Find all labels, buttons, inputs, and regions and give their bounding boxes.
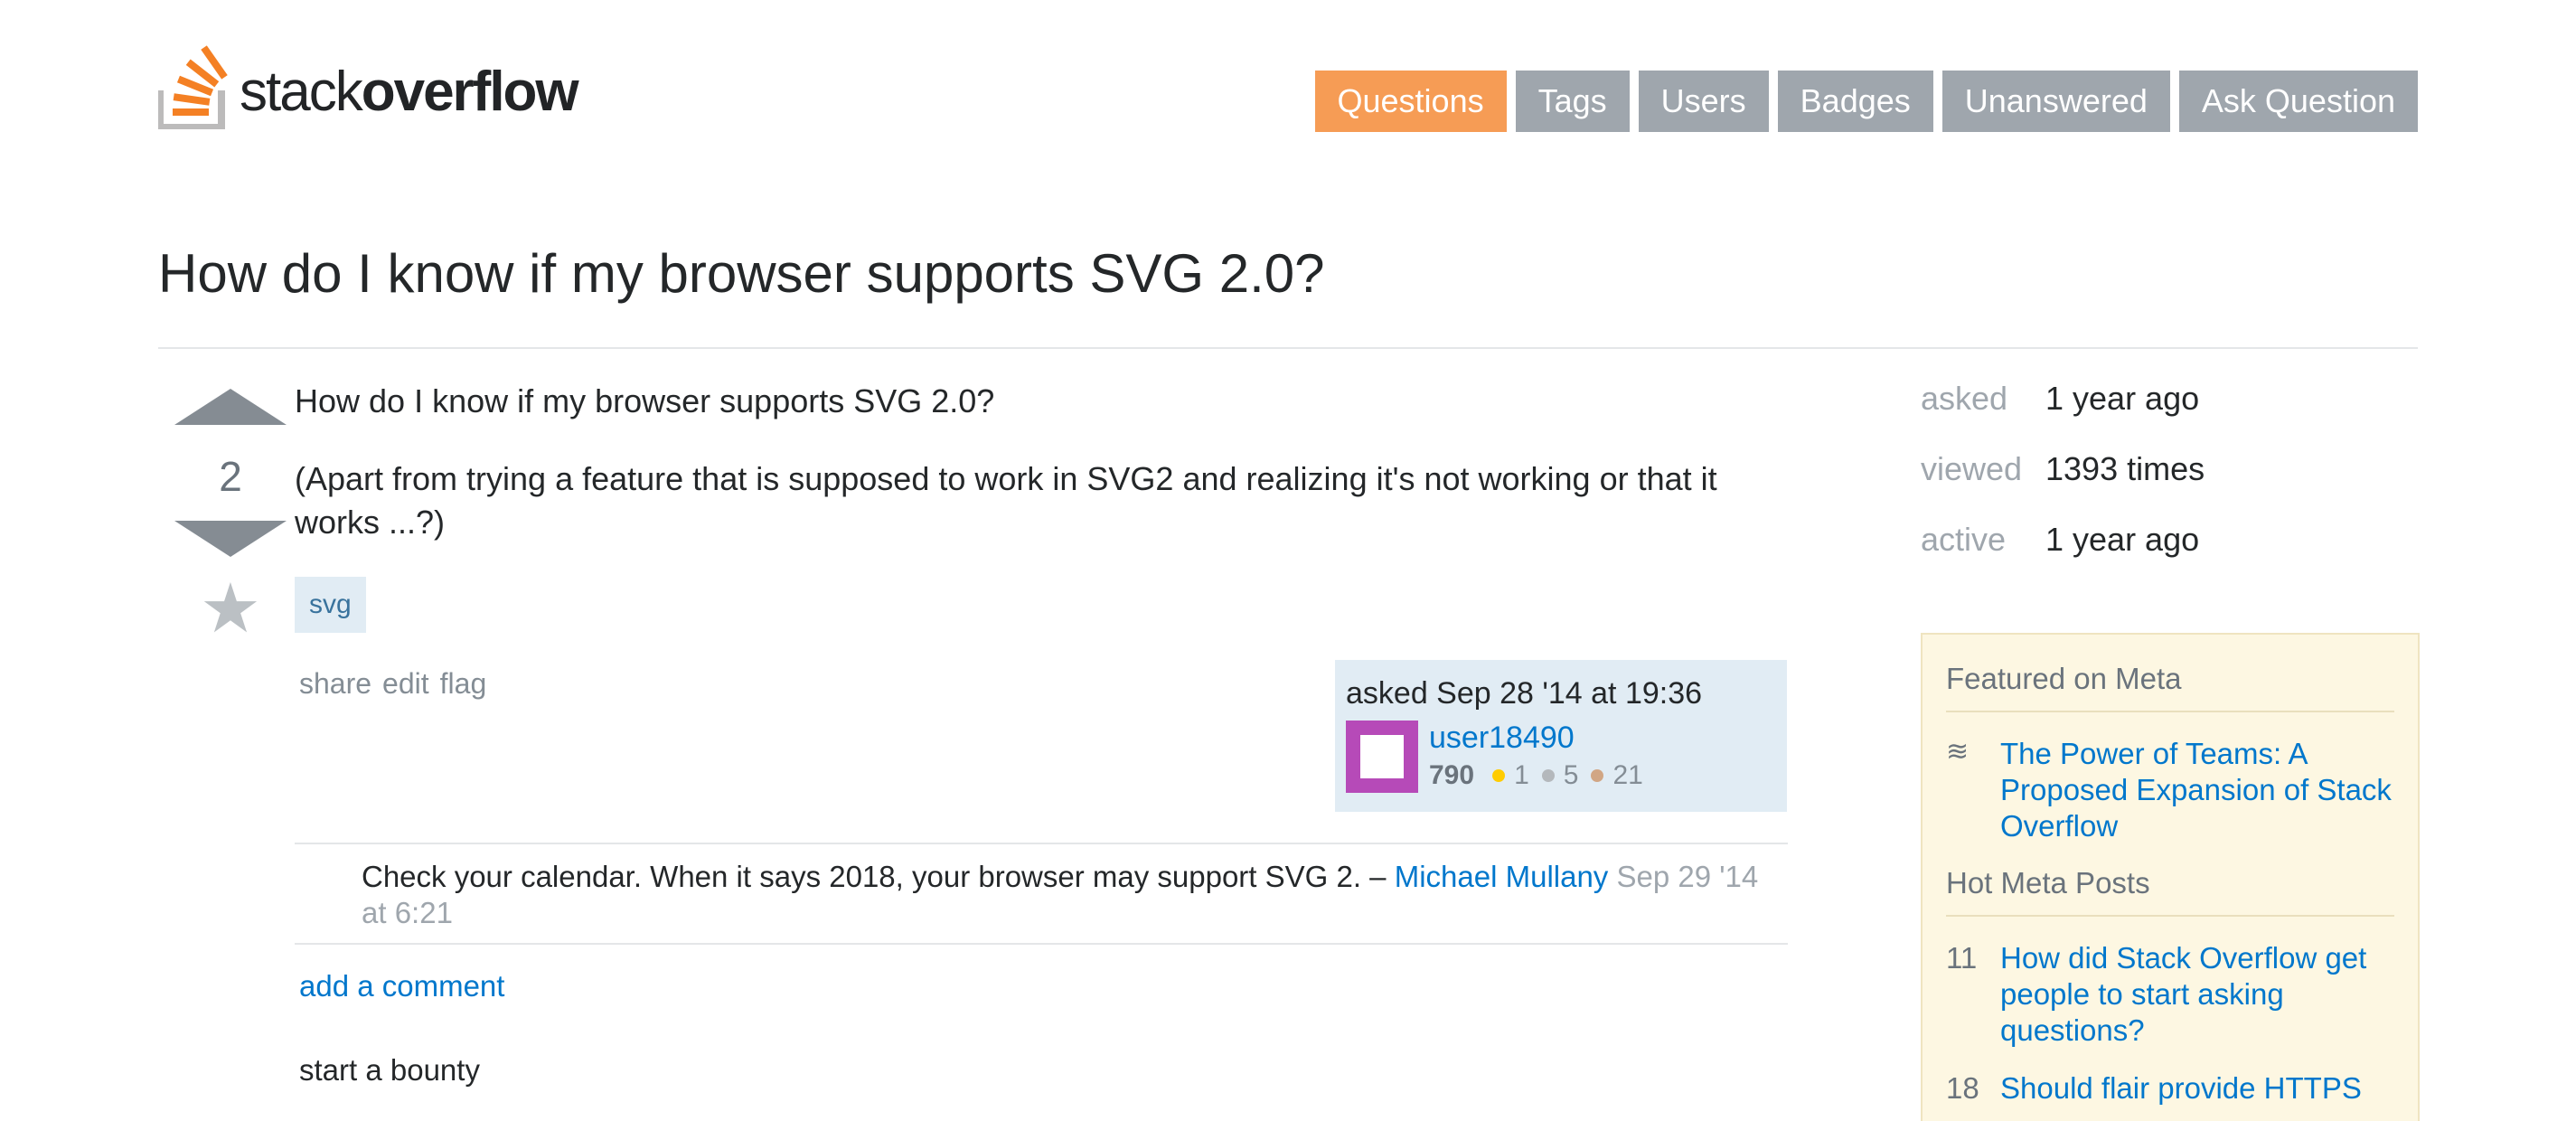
post-body: How do I know if my browser supports SVG…: [295, 380, 1786, 633]
comment: Check your calendar. When it says 2018, …: [362, 859, 1781, 931]
vote-cell: 2 ★: [174, 389, 287, 644]
owner-reputation: 790 1 5 21: [1429, 760, 1643, 791]
hot-meta-item: 18 Should flair provide HTTPS: [1946, 1070, 2394, 1107]
stat-label: viewed: [1921, 450, 2023, 487]
stack-meta-icon: ≋: [1946, 737, 1970, 767]
hot-meta-link[interactable]: Should flair provide HTTPS: [2000, 1070, 2394, 1107]
featured-meta-item: ≋ The Power of Teams: A Proposed Expansi…: [1946, 736, 2394, 844]
vote-down-icon[interactable]: [174, 521, 287, 557]
flag-link[interactable]: flag: [440, 667, 487, 701]
favorite-star-icon[interactable]: ★: [200, 575, 261, 644]
featured-meta-link[interactable]: The Power of Teams: A Proposed Expansion…: [2000, 736, 2394, 844]
gold-badge-count: 1: [1514, 760, 1529, 790]
main-nav: Questions Tags Users Badges Unanswered A…: [1314, 71, 2418, 132]
post-menu: share edit flag: [299, 667, 486, 701]
edit-link[interactable]: edit: [382, 667, 429, 701]
owner-card: asked Sep 28 '14 at 19:36 user18490 790 …: [1335, 660, 1787, 812]
meta-sidebar: Featured on Meta ≋ The Power of Teams: A…: [1921, 633, 2420, 1121]
vote-up-icon[interactable]: [174, 389, 287, 425]
post-paragraph: (Apart from trying a feature that is sup…: [295, 460, 1717, 541]
stat-asked-value: 1 year ago: [2045, 380, 2200, 417]
comments-divider: [295, 943, 1788, 945]
logo-wordmark: stackoverflow: [240, 61, 579, 123]
comment-text: Check your calendar. When it says 2018, …: [362, 860, 1395, 893]
bronze-badge-icon: [1591, 769, 1604, 782]
share-link[interactable]: share: [299, 667, 371, 701]
stackoverflow-logo[interactable]: stackoverflow: [158, 43, 579, 129]
silver-badge-icon: [1541, 769, 1555, 782]
hot-meta-count: 18: [1946, 1071, 1979, 1105]
hot-meta-link[interactable]: How did Stack Overflow get people to sta…: [2000, 940, 2394, 1049]
tag-svg[interactable]: svg: [295, 577, 366, 633]
hot-meta-item: 11 How did Stack Overflow get people to …: [1946, 940, 2394, 1049]
stat-label: asked: [1921, 380, 2008, 417]
start-bounty-link[interactable]: start a bounty: [299, 1053, 480, 1088]
question-title[interactable]: How do I know if my browser supports SVG…: [158, 242, 1325, 305]
stat-viewed-value: 1393 times: [2045, 450, 2205, 487]
nav-tags[interactable]: Tags: [1515, 71, 1630, 132]
stat-label: active: [1921, 521, 2007, 558]
reputation-score: 790: [1429, 760, 1475, 790]
comments-divider: [295, 843, 1788, 844]
post-paragraph: How do I know if my browser supports SVG…: [295, 382, 995, 419]
featured-meta-header: Featured on Meta: [1946, 662, 2394, 712]
avatar[interactable]: [1346, 721, 1418, 793]
bronze-badge-count: 21: [1612, 760, 1643, 790]
add-comment-link[interactable]: add a comment: [299, 969, 504, 1003]
nav-unanswered[interactable]: Unanswered: [1941, 71, 2170, 132]
vote-count: 2: [219, 453, 242, 500]
stat-active-value[interactable]: 1 year ago: [2045, 521, 2199, 591]
question-stats: asked 1 year ago viewed 1393 times activ…: [1921, 380, 2205, 591]
comment-user[interactable]: Michael Mullany: [1395, 860, 1609, 893]
hot-meta-header: Hot Meta Posts: [1946, 866, 2394, 917]
nav-ask-question[interactable]: Ask Question: [2178, 71, 2418, 132]
stack-logo-icon: [158, 45, 228, 129]
nav-users[interactable]: Users: [1638, 71, 1769, 132]
owner-username[interactable]: user18490: [1429, 721, 1643, 755]
nav-badges[interactable]: Badges: [1777, 71, 1933, 132]
silver-badge-count: 5: [1563, 760, 1579, 790]
gold-badge-icon: [1492, 769, 1506, 782]
nav-questions[interactable]: Questions: [1314, 71, 1507, 132]
hot-meta-count: 11: [1946, 941, 1978, 975]
asked-timestamp: asked Sep 28 '14 at 19:36: [1346, 676, 1703, 711]
title-divider: [158, 347, 2418, 349]
